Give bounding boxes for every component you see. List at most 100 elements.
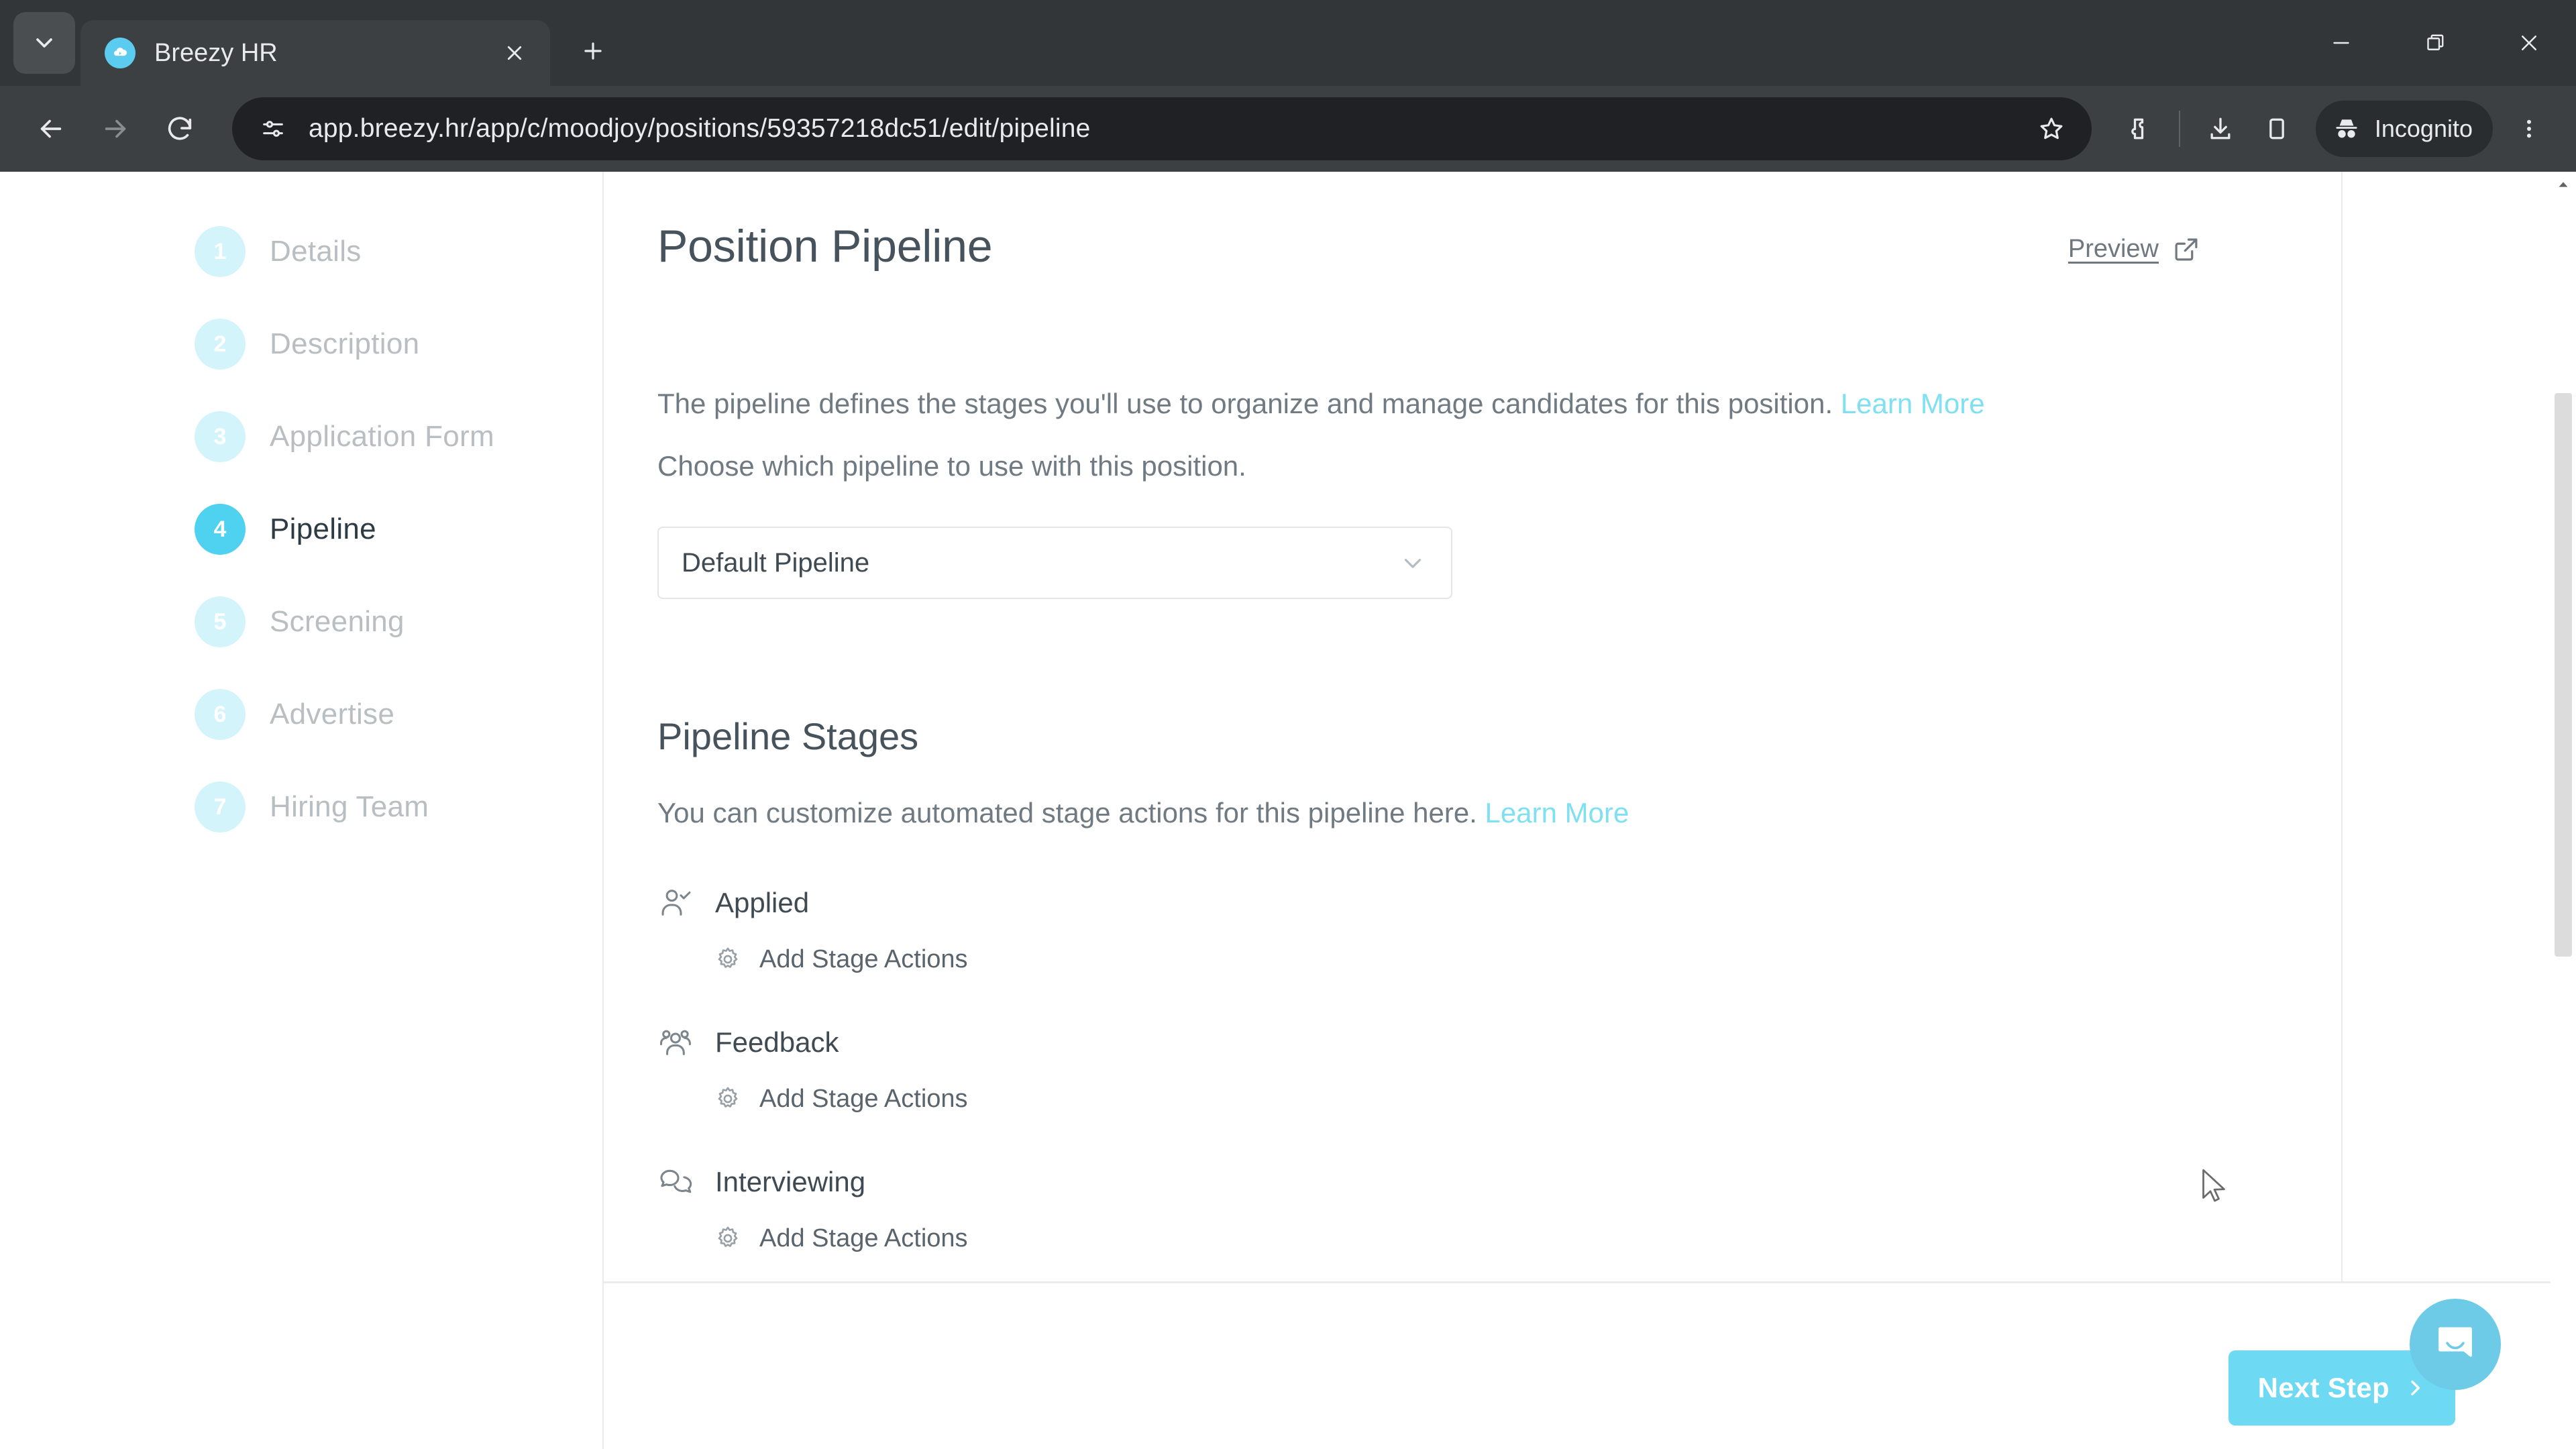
window-minimize-button[interactable] [2294,0,2388,86]
download-icon [2210,117,2231,140]
downloads-button[interactable] [2192,101,2249,157]
users-icon [657,1024,695,1061]
scrollbar-thumb[interactable] [2555,393,2572,957]
reload-button[interactable] [148,97,212,161]
sidebar-item-details[interactable]: 1 Details [0,225,602,278]
stage-name: Feedback [715,1026,839,1059]
pipeline-footer: Next Step [604,1283,2576,1449]
right-gutter [2341,172,2576,1449]
sidebar-item-advertise[interactable]: 6 Advertise [0,688,602,741]
maximize-icon [2427,34,2444,50]
window-maximize-button[interactable] [2388,0,2482,86]
choose-pipeline-text: Choose which pipeline to use with this p… [657,449,1246,482]
new-tab-button[interactable] [566,24,620,78]
page-title: Position Pipeline [657,221,993,272]
add-stage-actions-interviewing[interactable]: Add Stage Actions [714,1219,2254,1258]
window-close-button[interactable] [2482,0,2576,86]
add-stage-actions-feedback[interactable]: Add Stage Actions [714,1079,2254,1118]
step-number-badge: 4 [195,504,246,555]
intercom-launcher-button[interactable] [2410,1299,2501,1390]
step-number-badge: 2 [195,319,246,370]
intro-learn-more-link[interactable]: Learn More [1841,388,1985,419]
page-viewport: 1 Details 2 Description 3 Application Fo… [0,172,2576,1449]
external-link-icon [2175,238,2198,260]
pipeline-main-panel: Position Pipeline Preview The pipeline d… [604,172,2576,1449]
position-steps-sidebar: 1 Details 2 Description 3 Application Fo… [0,172,604,1449]
reload-icon [168,117,192,140]
step-number-badge: 6 [195,689,246,740]
chevron-down-icon [1404,559,1421,569]
browser-window: Breezy HR app.breezy.hr/app/c/moodjoy/po… [0,0,2576,1449]
url-text: app.breezy.hr/app/c/moodjoy/positions/59… [309,114,1091,143]
page-scrollbar[interactable] [2551,172,2576,1449]
gear-icon [718,1087,738,1108]
incognito-profile-chip[interactable]: Incognito [2315,101,2493,157]
tab-strip: Breezy HR [0,0,2576,86]
extensions-button[interactable] [2110,101,2167,157]
pipeline-stages-title: Pipeline Stages [657,715,919,758]
sidebar-item-screening[interactable]: 5 Screening [0,596,602,648]
stage-header: Feedback [657,1020,2254,1065]
add-stage-actions-label: Add Stage Actions [759,945,968,973]
pipeline-intro-paragraph: The pipeline defines the stages you'll u… [657,385,2254,423]
address-bar[interactable]: app.breezy.hr/app/c/moodjoy/positions/59… [232,97,2092,160]
add-stage-actions-label: Add Stage Actions [759,1084,968,1113]
stage-feedback: Feedback Add Stage Actions [657,1020,2254,1118]
bookmark-star-icon[interactable] [2026,103,2077,154]
pipeline-select-value: Default Pipeline [682,547,870,578]
add-stage-actions-label: Add Stage Actions [759,1224,968,1252]
step-number-badge: 7 [195,782,246,833]
side-panel-button[interactable] [2249,101,2305,157]
browser-tab-breezy-hr[interactable]: Breezy HR [80,20,550,86]
pipeline-intro-text: The pipeline defines the stages you'll u… [657,388,1833,419]
tab-close-icon[interactable] [496,35,533,71]
toolbar-divider [2178,111,2180,147]
stage-name: Interviewing [715,1166,866,1198]
sidebar-item-label: Pipeline [270,513,376,545]
breezy-logo-icon [105,38,136,68]
pipeline-select[interactable]: Default Pipeline [657,527,1452,600]
close-icon [2521,35,2537,51]
next-step-label: Next Step [2257,1372,2390,1403]
stages-learn-more-link[interactable]: Learn More [1485,797,1629,828]
pipeline-stage-list: Applied Add Stage Actions Feedback Add S… [657,881,2254,1258]
stage-header: Interviewing [657,1160,2254,1204]
gear-icon [718,947,738,968]
sidebar-item-pipeline[interactable]: 4 Pipeline [0,503,602,555]
sidebar-item-label: Description [270,327,420,360]
tab-search-button[interactable] [13,12,75,74]
stage-header: Applied [657,881,2254,925]
scroll-up-button[interactable] [2551,172,2576,197]
chat-bubbles-icon [657,1163,695,1201]
window-controls [2294,0,2576,86]
back-button[interactable] [19,97,83,161]
preview-label: Preview [2068,235,2159,263]
browser-menu-button[interactable] [2501,101,2557,157]
extensions-icon [2131,118,2144,140]
user-check-icon [657,884,695,922]
sidebar-item-description[interactable]: 2 Description [0,318,602,370]
incognito-label: Incognito [2374,115,2473,142]
browser-toolbar: app.breezy.hr/app/c/moodjoy/positions/59… [0,86,2576,172]
breezy-position-editor: 1 Details 2 Description 3 Application Fo… [0,172,2576,1449]
preview-button[interactable]: Preview [2068,235,2200,264]
forward-button[interactable] [83,97,148,161]
add-stage-actions-applied[interactable]: Add Stage Actions [714,940,2254,979]
sidebar-item-label: Application Form [270,420,494,453]
step-number-badge: 3 [195,411,246,462]
sidebar-item-label: Details [270,235,362,268]
arrow-right-icon [105,119,126,138]
sidebar-item-application-form[interactable]: 3 Application Form [0,411,602,463]
stage-spacer [657,1130,2254,1160]
chevron-down-icon [36,38,52,48]
site-settings-icon[interactable] [255,111,291,147]
pipeline-content: Position Pipeline Preview The pipeline d… [604,172,2321,1258]
stage-spacer [657,991,2254,1020]
step-number-badge: 1 [195,226,246,277]
intercom-chat-icon [2438,1327,2472,1357]
incognito-icon [2336,119,2357,138]
minimize-icon [2333,42,2349,44]
caret-up-icon [2559,182,2568,187]
sidebar-item-hiring-team[interactable]: 7 Hiring Team [0,781,602,833]
sidebar-item-label: Hiring Team [270,790,429,823]
